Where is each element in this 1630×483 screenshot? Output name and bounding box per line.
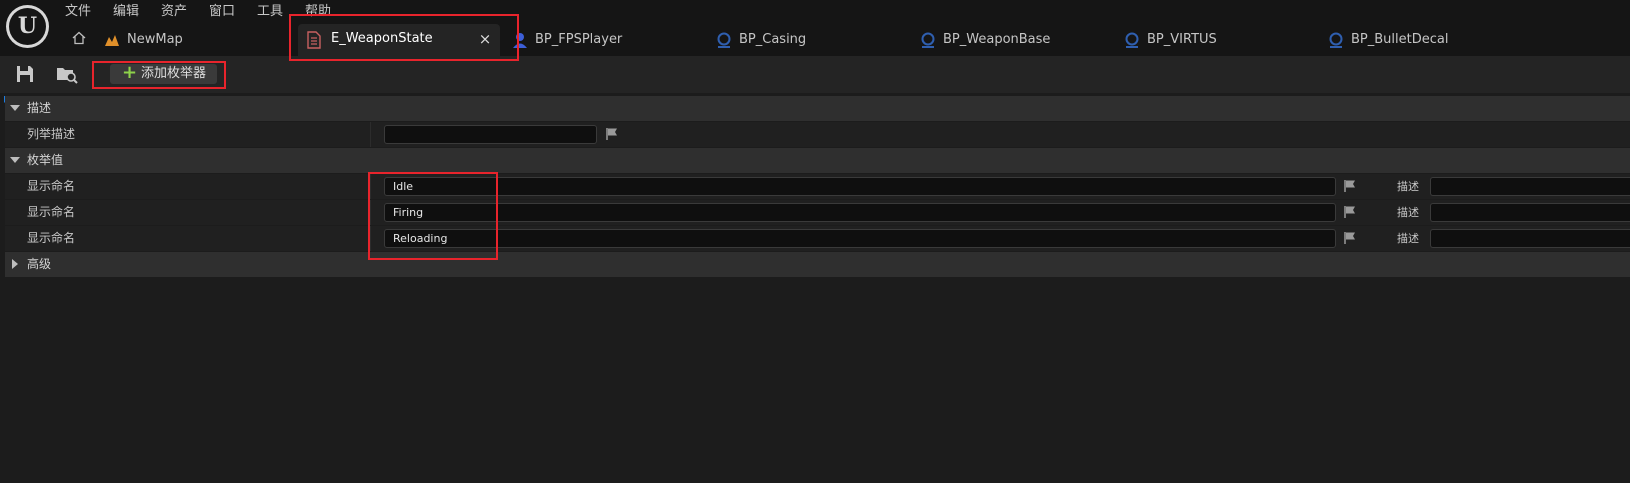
description-label: 描述 xyxy=(1397,206,1419,219)
asset-toolbar: + 添加枚举器 xyxy=(0,56,1630,93)
details-panel: 描述 列举描述 枚举值 显示命名 Idle 描述 显示命名 Firing 描述 … xyxy=(0,93,1630,483)
tab-newmap[interactable]: NewMap xyxy=(104,28,214,52)
display-name-input[interactable]: Firing xyxy=(384,203,1336,222)
tab-bp-weaponbase[interactable]: BP_WeaponBase xyxy=(920,28,1060,52)
tab-label: BP_VIRTUS xyxy=(1147,32,1217,47)
actor-blueprint-icon xyxy=(1329,32,1343,48)
category-label: 高级 xyxy=(27,257,52,271)
category-label: 描述 xyxy=(27,101,52,115)
flag-icon[interactable] xyxy=(1343,231,1357,245)
column-splitter[interactable] xyxy=(370,200,371,225)
add-enumerator-label: 添加枚举器 xyxy=(141,66,207,81)
menu-asset[interactable]: 资产 xyxy=(161,3,187,21)
enum-asset-icon xyxy=(307,31,321,49)
enumerator-description-input[interactable] xyxy=(1430,229,1630,248)
level-map-icon xyxy=(105,35,119,46)
chevron-right-icon[interactable] xyxy=(10,259,20,269)
property-label: 显示命名 xyxy=(27,179,76,193)
close-icon[interactable]: × xyxy=(478,30,492,48)
menu-help[interactable]: 帮助 xyxy=(305,3,331,21)
category-advanced[interactable]: 高级 xyxy=(5,252,1630,277)
enumerator-row: 显示命名 Firing 描述 xyxy=(5,200,1630,225)
column-splitter[interactable] xyxy=(370,226,371,251)
enumerator-row: 显示命名 Idle 描述 xyxy=(5,174,1630,199)
enumerator-row: 显示命名 Reloading 描述 xyxy=(5,226,1630,251)
description-label: 描述 xyxy=(1397,232,1419,245)
tab-label: BP_FPSPlayer xyxy=(535,32,623,47)
actor-blueprint-icon xyxy=(921,32,935,48)
display-name-input[interactable]: Reloading xyxy=(384,229,1336,248)
category-enumerators[interactable]: 枚举值 xyxy=(5,148,1630,173)
tab-label: E_WeaponState xyxy=(331,31,433,46)
enumerator-description-input[interactable] xyxy=(1430,203,1630,222)
tab-label: BP_WeaponBase xyxy=(943,32,1051,47)
add-enumerator-button[interactable]: + 添加枚举器 xyxy=(110,62,217,84)
tab-bp-fpsplayer[interactable]: BP_FPSPlayer xyxy=(512,28,642,52)
flag-icon[interactable] xyxy=(1343,179,1357,193)
tab-label: BP_BulletDecal xyxy=(1351,32,1449,47)
actor-blueprint-icon xyxy=(717,32,731,48)
tab-bp-bulletdecal[interactable]: BP_BulletDecal xyxy=(1328,28,1468,52)
editor-window: U 文件 编辑 资产 窗口 工具 帮助 NewMap E_WeaponState… xyxy=(0,0,1630,483)
column-splitter[interactable] xyxy=(370,122,371,147)
category-label: 枚举值 xyxy=(27,153,64,167)
display-name-input[interactable]: Idle xyxy=(384,177,1336,196)
column-splitter[interactable] xyxy=(370,174,371,199)
chevron-down-icon[interactable] xyxy=(10,103,20,113)
property-row-enum-description: 列举描述 xyxy=(5,122,1630,147)
browse-folder-icon[interactable] xyxy=(56,64,78,84)
menu-tools[interactable]: 工具 xyxy=(257,3,283,21)
category-description[interactable]: 描述 xyxy=(5,96,1630,121)
enum-description-input[interactable] xyxy=(384,125,597,144)
flag-icon[interactable] xyxy=(605,127,619,141)
enumerator-description-input[interactable] xyxy=(1430,177,1630,196)
save-icon[interactable] xyxy=(15,64,35,84)
menu-file[interactable]: 文件 xyxy=(65,3,91,21)
title-bar: U 文件 编辑 资产 窗口 工具 帮助 NewMap E_WeaponState… xyxy=(0,0,1630,56)
property-label: 显示命名 xyxy=(27,205,76,219)
character-blueprint-icon xyxy=(513,33,527,48)
flag-icon[interactable] xyxy=(1343,205,1357,219)
tab-label: NewMap xyxy=(127,32,183,47)
unreal-logo[interactable]: U xyxy=(6,5,49,48)
plus-icon: + xyxy=(122,62,138,83)
tab-e-weaponstate[interactable]: E_WeaponState × xyxy=(298,24,500,56)
menu-window[interactable]: 窗口 xyxy=(209,3,235,21)
home-icon[interactable] xyxy=(72,31,86,45)
tab-bp-virtus[interactable]: BP_VIRTUS xyxy=(1124,28,1234,52)
property-label: 列举描述 xyxy=(27,127,76,141)
actor-blueprint-icon xyxy=(1125,32,1139,48)
description-label: 描述 xyxy=(1397,180,1419,193)
menu-edit[interactable]: 编辑 xyxy=(113,3,139,21)
tab-label: BP_Casing xyxy=(739,32,807,47)
chevron-down-icon[interactable] xyxy=(10,155,20,165)
property-label: 显示命名 xyxy=(27,231,76,245)
tab-bp-casing[interactable]: BP_Casing xyxy=(716,28,826,52)
